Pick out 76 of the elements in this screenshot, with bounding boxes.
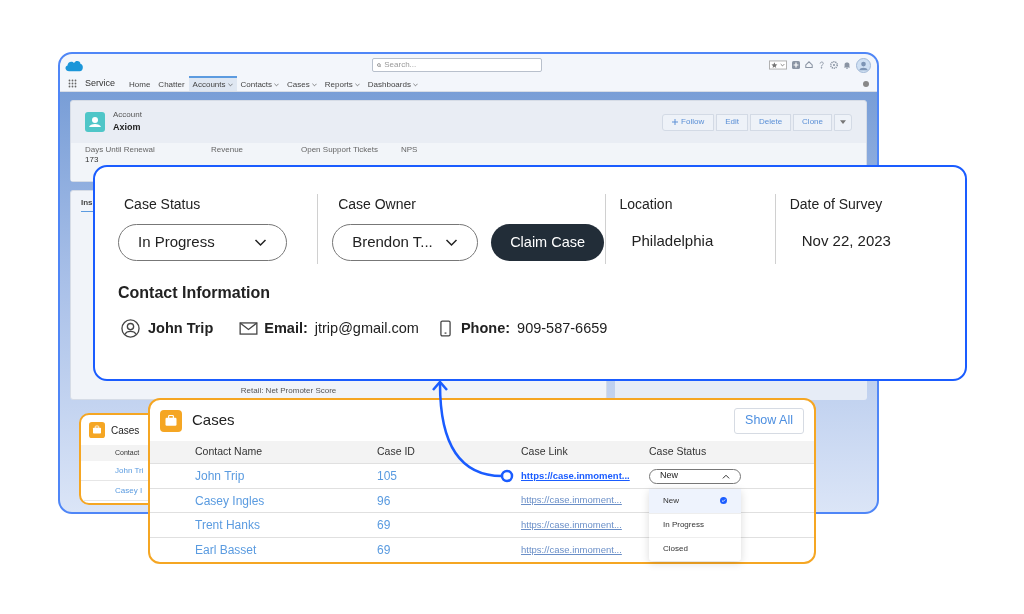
- case-link[interactable]: https://case.inmoment...: [521, 469, 630, 484]
- menu-option[interactable]: In Progress: [649, 512, 741, 537]
- chevron-icon: [254, 238, 267, 247]
- field-label: NPS: [401, 145, 418, 155]
- chevron-icon: [412, 82, 418, 87]
- field-label: Case Owner: [338, 195, 417, 214]
- chevron-icon: [311, 82, 317, 87]
- section-title: Contact Information: [118, 283, 271, 303]
- nav-tab[interactable]: Dashboards: [363, 76, 422, 91]
- nav-tab[interactable]: Accounts: [188, 76, 237, 91]
- check-icon: [720, 497, 727, 505]
- caret-icon: [840, 120, 846, 124]
- card-title: Cases: [111, 423, 140, 438]
- case-id: 69: [377, 516, 391, 534]
- help-icon[interactable]: [818, 61, 825, 69]
- search-input[interactable]: Search...: [384, 59, 537, 71]
- cloud-logo-icon: [64, 58, 84, 72]
- field-value: Philadelphia: [631, 231, 714, 251]
- field-label: Case Status: [124, 195, 202, 214]
- phone-label: Phone:: [460, 319, 511, 338]
- phone-value: 909-587-6659: [517, 319, 608, 338]
- nav-tab[interactable]: Cases: [283, 76, 321, 91]
- mail-icon: [239, 322, 259, 336]
- case-id: 105: [377, 468, 398, 486]
- chevron-icon: [722, 473, 730, 479]
- chevron-icon: [445, 238, 459, 247]
- record-type: Account: [113, 109, 142, 122]
- chevron-icon: [354, 82, 360, 87]
- chevron-icon: [274, 82, 280, 87]
- user-icon: [121, 319, 140, 339]
- case-link[interactable]: https://case.inmoment...: [521, 542, 622, 557]
- bell-icon[interactable]: [843, 61, 851, 69]
- field-label: Location: [619, 195, 674, 214]
- briefcase-icon: [89, 422, 105, 438]
- claim-case-button[interactable]: Claim Case: [491, 224, 605, 261]
- chart-caption: Retail: Net Promoter Score: [240, 385, 337, 397]
- case-link[interactable]: https://case.inmoment...: [521, 517, 622, 533]
- column-header: Case ID: [377, 444, 415, 460]
- email-label: Email:: [264, 319, 308, 338]
- plus-icon: [672, 119, 679, 125]
- contact-name: John Trip: [148, 319, 214, 338]
- more-actions-button[interactable]: [834, 113, 852, 131]
- account-icon: [85, 112, 105, 132]
- field-value: 173: [85, 155, 99, 164]
- menu-option[interactable]: New: [649, 488, 741, 513]
- case-link[interactable]: https://case.inmoment...: [521, 493, 622, 508]
- column-header: Case Link: [521, 444, 568, 460]
- settings-icon[interactable]: [830, 61, 838, 69]
- nav-tab[interactable]: Reports: [320, 76, 364, 91]
- email-value: jtrip@gmail.com: [314, 319, 419, 338]
- field-label: Date of Survey: [789, 195, 884, 214]
- avatar-icon[interactable]: [856, 57, 871, 73]
- chevron-icon: [227, 82, 233, 87]
- column-header: Case Status: [649, 444, 707, 460]
- record-name: Axiom: [113, 121, 142, 135]
- nav-tab[interactable]: Home: [125, 76, 155, 91]
- app-launcher-icon[interactable]: [68, 79, 77, 88]
- case-id: 96: [377, 492, 391, 510]
- app-name: Service: [85, 76, 115, 90]
- menu-option[interactable]: Closed: [649, 536, 741, 561]
- phone-icon: [439, 320, 451, 338]
- column-header: Contact Name: [195, 444, 263, 460]
- card-tab[interactable]: Ins: [81, 197, 93, 212]
- nav-tab[interactable]: Contacts: [236, 76, 284, 91]
- search-field[interactable]: Search...: [371, 58, 542, 72]
- case-id: 69: [377, 541, 391, 559]
- show-all-button[interactable]: Show All: [734, 407, 804, 434]
- plus-icon[interactable]: [792, 61, 800, 69]
- briefcase-icon: [160, 409, 182, 432]
- field-value: Nov 22, 2023: [801, 231, 891, 251]
- card-title: Cases: [192, 410, 235, 431]
- field-label: Open Support Tickets: [301, 145, 378, 155]
- nav-tab[interactable]: Chatter: [154, 76, 189, 91]
- field-label: Revenue: [211, 145, 244, 155]
- search-icon: [376, 62, 382, 68]
- field-label: Days Until Renewal: [85, 145, 155, 155]
